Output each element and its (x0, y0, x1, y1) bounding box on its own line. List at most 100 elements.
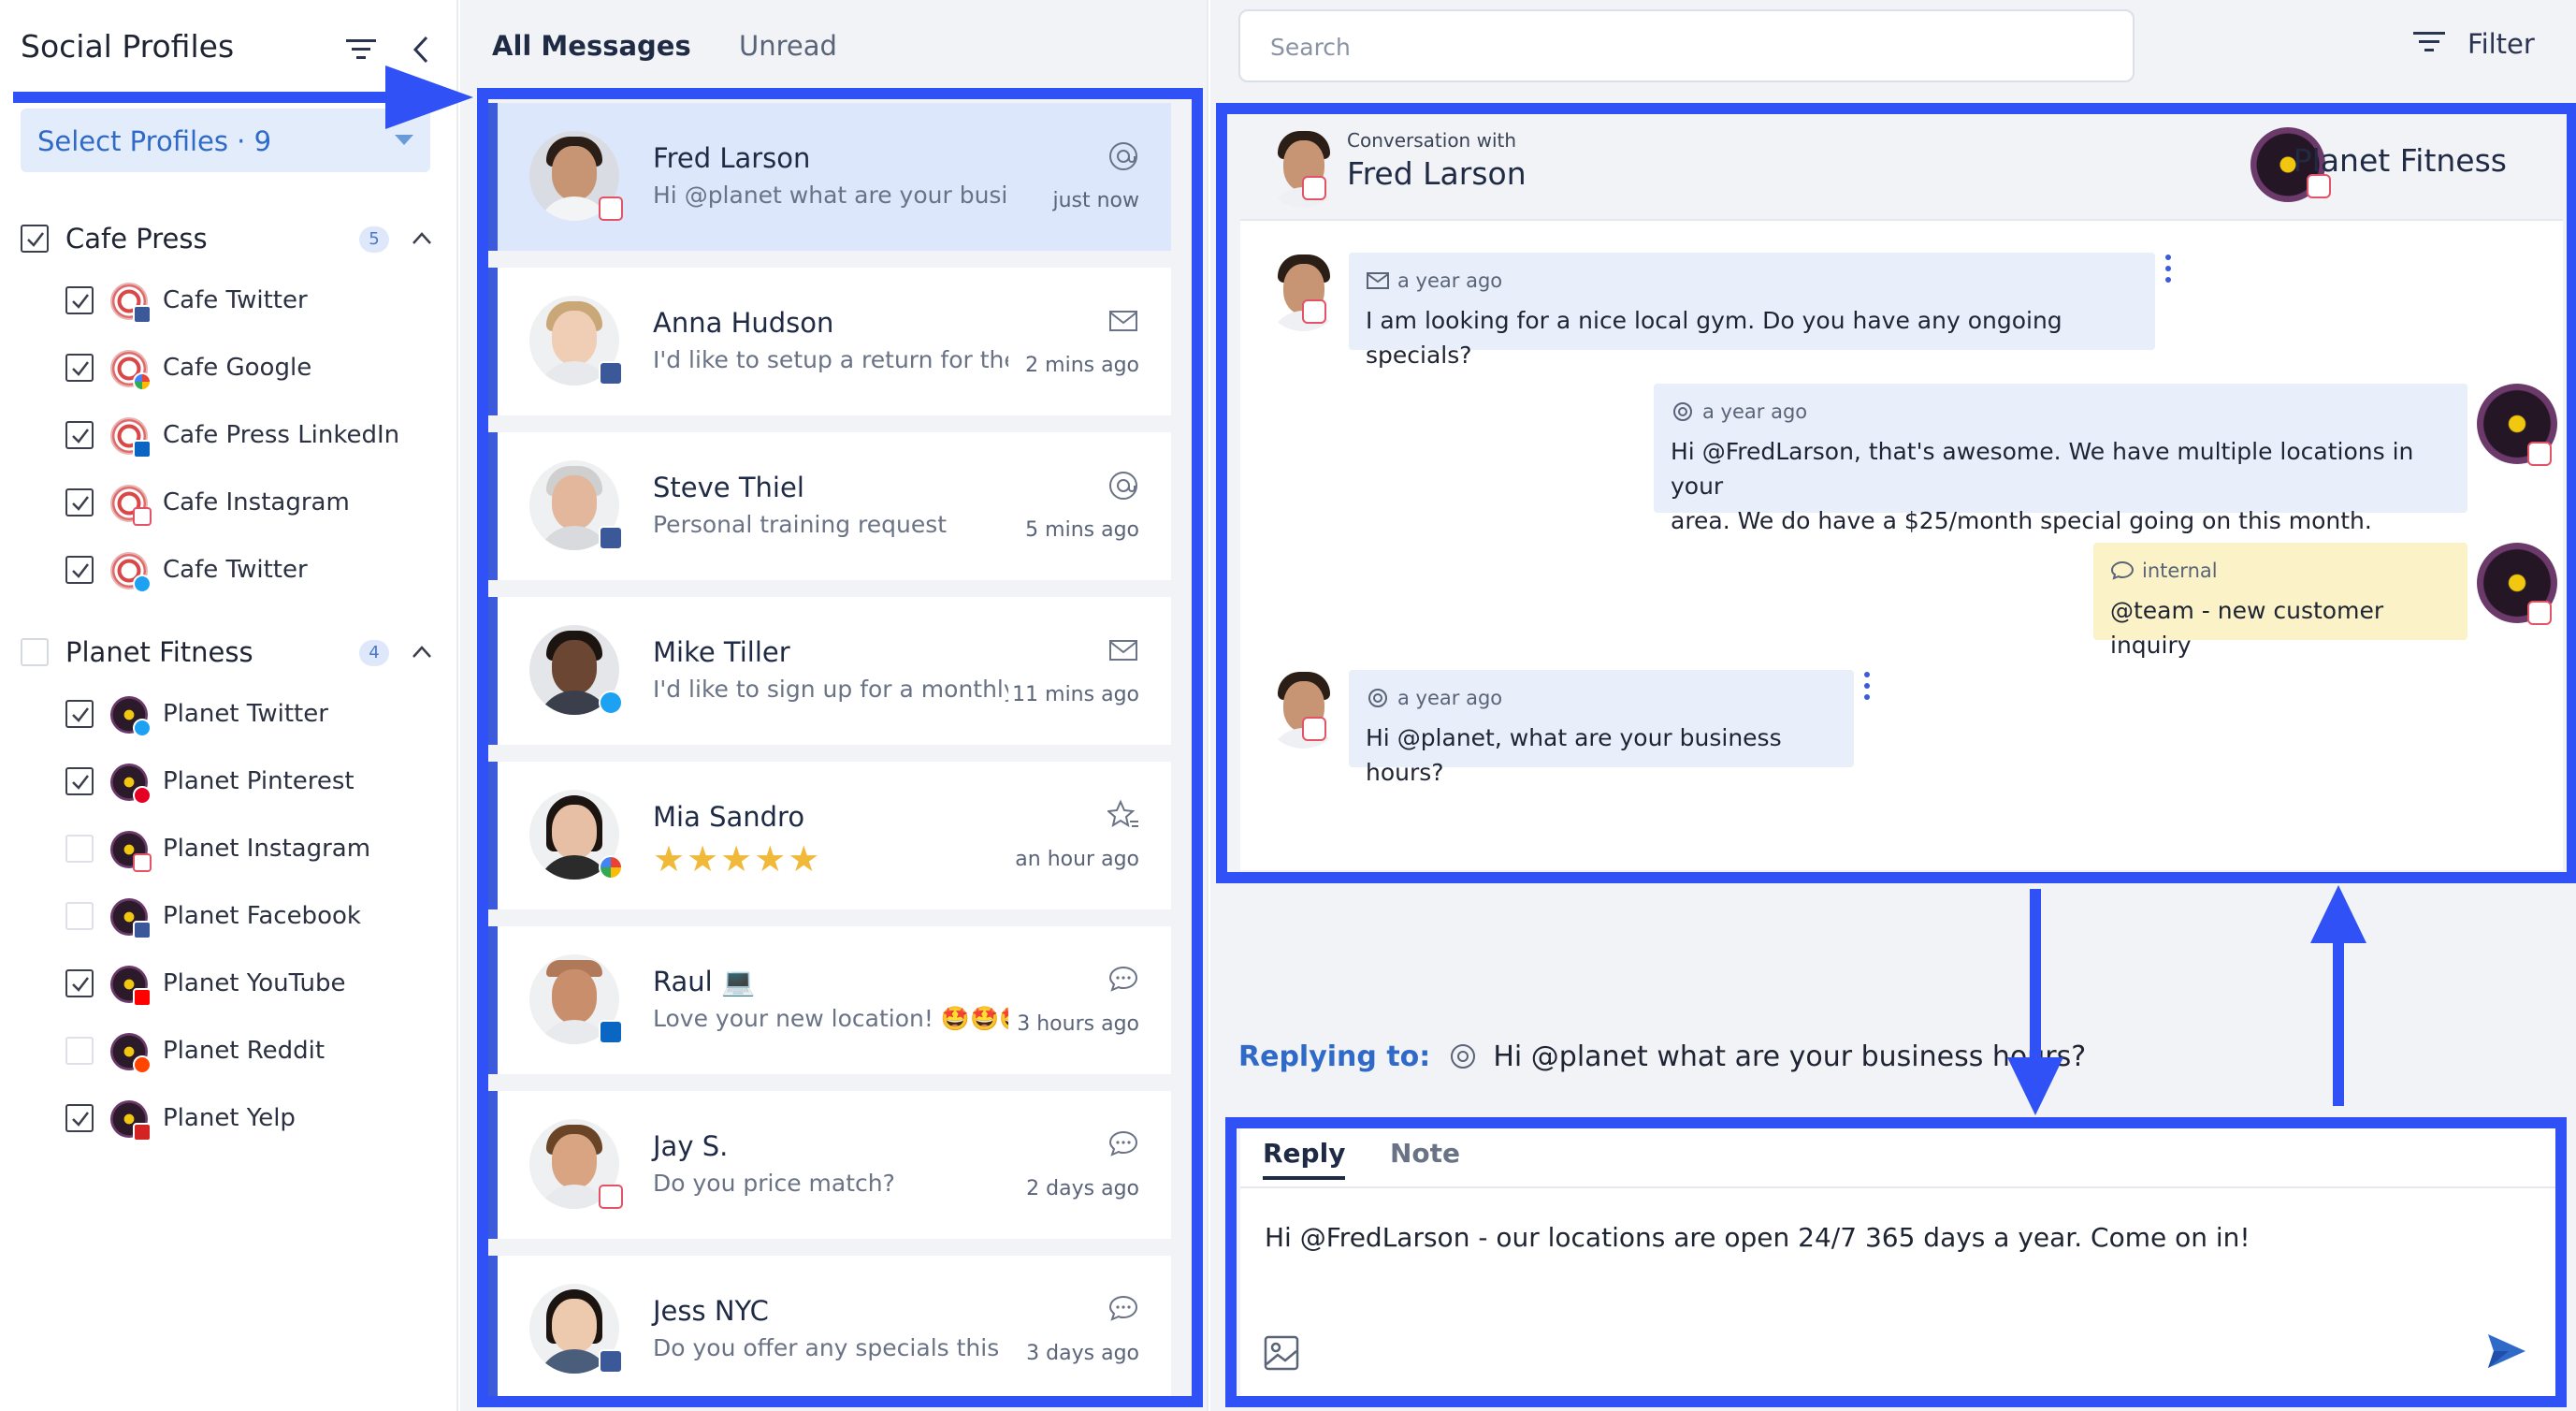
facebook-icon (599, 526, 623, 550)
profile-item[interactable]: Cafe Google (0, 335, 458, 402)
chat-icon (1108, 1130, 1138, 1156)
profile-checkbox[interactable] (65, 421, 94, 449)
more-options-icon[interactable] (2164, 253, 2172, 284)
group-checkbox[interactable] (21, 225, 49, 253)
message-text: Hi @planet, what are your business hours… (1366, 724, 1782, 786)
pinterest-icon (133, 786, 152, 805)
chevron-down-icon (395, 135, 413, 145)
profile-checkbox[interactable] (65, 354, 94, 382)
message-time: 11 mins ago (1012, 683, 1139, 706)
tab-reply[interactable]: Reply (1263, 1138, 1346, 1180)
review-star-icon (1107, 799, 1138, 828)
profile-checkbox[interactable] (65, 1037, 94, 1065)
group-count-badge: 4 (359, 640, 389, 666)
message-text-line: Hi @FredLarson, that's awesome. We have … (1671, 438, 2414, 500)
conversation-subtitle: Conversation with (1347, 129, 1517, 152)
profile-checkbox[interactable] (65, 835, 94, 863)
collapse-chevron-icon[interactable] (410, 34, 432, 65)
profile-checkbox[interactable] (65, 700, 94, 728)
sender-name: Jay S. (653, 1130, 729, 1162)
message-text-line: area. We do have a $25/month special goi… (1671, 507, 2372, 534)
message-preview: Do you price match? (653, 1170, 895, 1197)
reply-textarea[interactable]: Hi @FredLarson - our locations are open … (1265, 1222, 2250, 1253)
message-bubble[interactable]: a year ago Hi @planet, what are your bus… (1349, 670, 1854, 786)
message-bubble[interactable]: a year ago I am looking for a nice local… (1349, 253, 2155, 369)
message-timestamp: internal (2142, 560, 2218, 582)
message-item[interactable]: Jess NYC Do you offer any specials this … (488, 1256, 1171, 1404)
message-timestamp: a year ago (1702, 400, 1808, 423)
message-preview: Hi @planet what are your busi... (653, 182, 1008, 209)
profile-item[interactable]: Planet Twitter (0, 681, 458, 749)
filter-icon (2413, 32, 2445, 51)
chevron-up-icon[interactable] (412, 228, 432, 249)
search-input[interactable]: Search (1238, 9, 2135, 82)
message-item[interactable]: Fred Larson Hi @planet what are your bus… (488, 103, 1171, 251)
instagram-icon (133, 853, 152, 872)
brand-name: Planet Fitness (2293, 142, 2507, 179)
facebook-icon (599, 1349, 623, 1374)
message-text: Hi @FredLarson, that's awesome. We have … (1671, 434, 2467, 538)
instagram-icon (1302, 717, 1326, 741)
message-preview: Love your new location! 🤩🤩🤩 (653, 1005, 1008, 1032)
reply-composer: Reply Note Hi @FredLarson - our location… (1240, 1125, 2561, 1396)
replying-label: Replying to: (1238, 1040, 1431, 1073)
message-bubble[interactable]: a year ago Hi @FredLarson, that's awesom… (1654, 384, 2467, 534)
profile-checkbox[interactable] (65, 969, 94, 997)
twitter-icon (599, 691, 623, 715)
tab-all-messages[interactable]: All Messages (492, 30, 691, 62)
sender-name: Steve Thiel (653, 472, 804, 503)
chevron-up-icon[interactable] (412, 642, 432, 662)
internal-note-bubble[interactable]: internal @team - new customer inquiry (2093, 543, 2467, 659)
linkedin-icon (599, 1020, 623, 1044)
profile-checkbox[interactable] (65, 556, 94, 584)
message-time: 3 days ago (1026, 1342, 1139, 1365)
message-item[interactable]: Mia Sandro ★★★★★ an hour ago (488, 762, 1171, 909)
send-icon[interactable] (2486, 1331, 2527, 1372)
message-item[interactable]: Jay S. Do you price match? 2 days ago (488, 1091, 1171, 1239)
filter-icon[interactable] (344, 36, 378, 64)
message-meta: a year ago (1366, 269, 1502, 292)
more-options-icon[interactable] (1863, 670, 1871, 702)
profile-checkbox[interactable] (65, 488, 94, 516)
profile-checkbox[interactable] (65, 902, 94, 930)
profile-group-cafe-press: Cafe Press 5 Cafe Twitter Cafe Google Ca… (0, 211, 458, 604)
select-profiles-dropdown[interactable]: Select Profiles · 9 (21, 109, 430, 172)
message-item[interactable]: Mike Tiller I'd like to sign up for a mo… (488, 597, 1171, 745)
message-item[interactable]: Anna Hudson I'd like to setup a return f… (488, 268, 1171, 415)
instagram-icon (133, 507, 152, 526)
message-time: 2 days ago (1026, 1177, 1139, 1200)
contact-name: Fred Larson (1347, 155, 1527, 192)
profile-checkbox[interactable] (65, 1104, 94, 1132)
profile-group-planet-fitness: Planet Fitness 4 Planet Twitter Planet P… (0, 625, 458, 1153)
profile-item[interactable]: Planet Facebook (0, 883, 458, 951)
message-item[interactable]: Steve Thiel Personal training request 5 … (488, 432, 1171, 580)
profile-item[interactable]: Cafe Twitter (0, 268, 458, 335)
message-item[interactable]: Raul 💻 Love your new location! 🤩🤩🤩 3 hou… (488, 926, 1171, 1074)
tab-note[interactable]: Note (1390, 1138, 1460, 1169)
group-name: Planet Fitness (65, 636, 253, 668)
profile-checkbox[interactable] (65, 767, 94, 795)
profile-item[interactable]: Cafe Instagram (0, 470, 458, 537)
mail-icon (1367, 272, 1389, 289)
message-meta: a year ago (1671, 400, 1807, 423)
group-checkbox[interactable] (21, 638, 49, 666)
filter-button[interactable]: Filter (2411, 26, 2535, 64)
group-header[interactable]: Cafe Press 5 (0, 211, 458, 268)
tab-unread[interactable]: Unread (739, 30, 837, 62)
facebook-icon (133, 305, 152, 324)
social-profiles-panel: Social Profiles Select Profiles · 9 Cafe… (0, 0, 458, 1411)
profile-label: Planet Twitter (163, 700, 328, 728)
profile-checkbox[interactable] (65, 286, 94, 314)
message-time: 5 mins ago (1025, 518, 1139, 542)
group-header[interactable]: Planet Fitness 4 (0, 625, 458, 681)
profile-item[interactable]: Cafe Press LinkedIn (0, 402, 458, 470)
mention-icon (1450, 1044, 1475, 1069)
profile-item[interactable]: Planet YouTube (0, 951, 458, 1018)
profile-item[interactable]: Cafe Twitter (0, 537, 458, 604)
profile-item[interactable]: Planet Instagram (0, 816, 458, 883)
profile-item[interactable]: Planet Pinterest (0, 749, 458, 816)
profile-item[interactable]: Planet Yelp (0, 1085, 458, 1153)
profile-item[interactable]: Planet Reddit (0, 1018, 458, 1085)
image-attach-icon[interactable] (1263, 1334, 1300, 1372)
sender-name: Anna Hudson (653, 307, 834, 339)
